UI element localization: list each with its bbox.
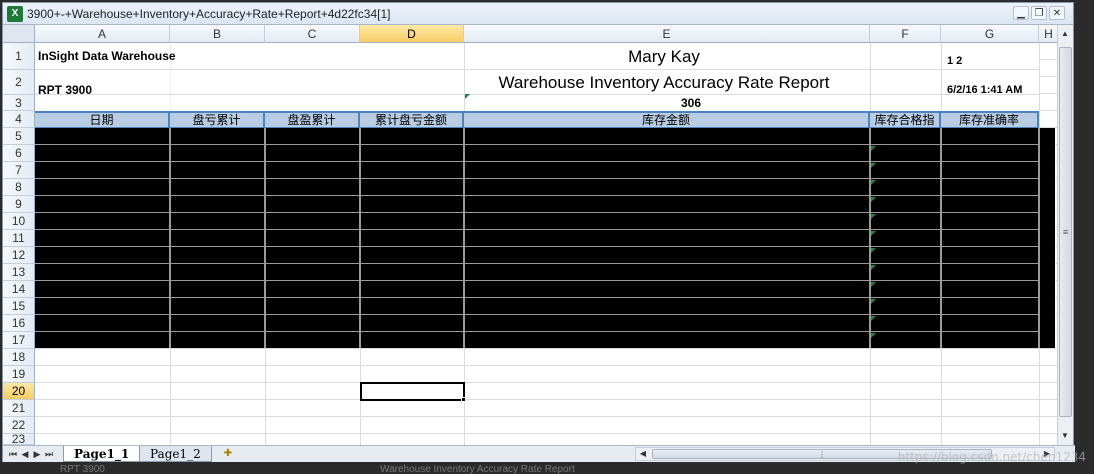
next-sheet-arrow-icon[interactable]: ▶ xyxy=(31,447,43,461)
column-header-e[interactable]: E xyxy=(464,25,870,43)
scroll-left-arrow-icon[interactable]: ◀ xyxy=(636,448,650,460)
row-header-21[interactable]: 21 xyxy=(3,400,35,417)
first-sheet-arrow-icon[interactable]: ⏮ xyxy=(7,447,19,461)
row-header-4[interactable]: 4 xyxy=(3,111,35,128)
selected-cell-d20[interactable] xyxy=(360,382,465,401)
excel-window: X 3900+-+Warehouse+Inventory+Accuracy+Ra… xyxy=(2,2,1075,462)
row-header-6[interactable]: 6 xyxy=(3,145,35,162)
excel-icon: X xyxy=(7,5,23,22)
title-bar[interactable]: X 3900+-+Warehouse+Inventory+Accuracy+Ra… xyxy=(3,3,1073,25)
row-header-19[interactable]: 19 xyxy=(3,366,35,383)
cells-area[interactable]: InSight Data Warehouse Mary Kay 1 2 RPT … xyxy=(35,43,1059,445)
last-sheet-arrow-icon[interactable]: ⏭ xyxy=(43,447,55,461)
minimize-button[interactable]: ▁ xyxy=(1013,6,1029,20)
vertical-scroll-thumb[interactable]: ≡ xyxy=(1059,47,1072,417)
report-code: RPT 3900 xyxy=(38,83,93,97)
brand-name: Mary Kay xyxy=(628,47,700,66)
tab-page1-2[interactable]: Page1_2 xyxy=(139,446,212,462)
row-header-18[interactable]: 18 xyxy=(3,349,35,366)
vertical-scrollbar[interactable]: ▲ ≡ ▼ xyxy=(1057,25,1073,445)
row-header-17[interactable]: 17 xyxy=(3,332,35,349)
row-header-3[interactable]: 3 xyxy=(3,95,35,111)
column-header-d[interactable]: D xyxy=(360,25,464,43)
header-gain-total[interactable]: 盘盈累计 xyxy=(265,113,360,128)
window-title: 3900+-+Warehouse+Inventory+Accuracy+Rate… xyxy=(27,6,391,21)
column-header-g[interactable]: G xyxy=(941,25,1039,43)
row-header-23[interactable]: 23 xyxy=(3,432,35,445)
background-window-text-left: RPT 3900 xyxy=(60,464,105,474)
scroll-down-arrow-icon[interactable]: ▼ xyxy=(1058,429,1072,443)
prev-sheet-arrow-icon[interactable]: ◀ xyxy=(19,447,31,461)
row-header-11[interactable]: 11 xyxy=(3,230,35,247)
column-header-b[interactable]: B xyxy=(170,25,265,43)
insert-sheet-icon[interactable]: ✚ xyxy=(219,447,237,461)
row-header-8[interactable]: 8 xyxy=(3,179,35,196)
row-header-5[interactable]: 5 xyxy=(3,128,35,145)
row-header-9[interactable]: 9 xyxy=(3,196,35,213)
column-header-a[interactable]: A xyxy=(35,25,170,43)
row-header-15[interactable]: 15 xyxy=(3,298,35,315)
header-date[interactable]: 日期 xyxy=(35,113,170,128)
error-indicator-icon xyxy=(465,94,470,99)
row-header-1[interactable]: 1 xyxy=(3,43,35,70)
row-header-13[interactable]: 13 xyxy=(3,264,35,281)
row-header-2[interactable]: 2 xyxy=(3,70,35,95)
row-header-16[interactable]: 16 xyxy=(3,315,35,332)
restore-button[interactable]: ❐ xyxy=(1031,6,1047,20)
watermark: https://blog.csdn.net/chen1234 xyxy=(897,450,1086,464)
column-header-f[interactable]: F xyxy=(870,25,941,43)
row-header-14[interactable]: 14 xyxy=(3,281,35,298)
background-window-text-center: Warehouse Inventory Accuracy Rate Report xyxy=(380,464,575,474)
report-timestamp: 6/2/16 1:41 AM xyxy=(947,84,1023,96)
row-header-12[interactable]: 12 xyxy=(3,247,35,264)
row-header-7[interactable]: 7 xyxy=(3,162,35,179)
table-header-row: 日期 盘亏累计 盘盈累计 累计盘亏金额 库存金额 库存合格指标 库存准确率 xyxy=(35,111,1039,128)
row-header-10[interactable]: 10 xyxy=(3,213,35,230)
close-button[interactable]: ✕ xyxy=(1049,6,1065,20)
spreadsheet-grid[interactable]: A B C D E F G H 1 2 3 4 5 6 7 8 9 10 11 … xyxy=(3,25,1059,445)
header-loss-total[interactable]: 盘亏累计 xyxy=(170,113,265,128)
company-name: InSight Data Warehouse xyxy=(38,49,176,63)
fill-handle[interactable] xyxy=(461,397,466,402)
column-header-c[interactable]: C xyxy=(265,25,360,43)
header-loss-amount[interactable]: 累计盘亏金额 xyxy=(360,113,464,128)
row-header-20[interactable]: 20 xyxy=(3,383,35,400)
header-inventory-target[interactable]: 库存合格指标 xyxy=(870,113,941,128)
header-inventory-amount[interactable]: 库存金额 xyxy=(464,113,870,128)
select-all-corner[interactable] xyxy=(3,25,35,43)
scroll-up-arrow-icon[interactable]: ▲ xyxy=(1058,27,1072,41)
report-number: 306 xyxy=(680,96,702,110)
header-accuracy-rate[interactable]: 库存准确率 xyxy=(941,113,1039,128)
tab-page1-1[interactable]: Page1_1 xyxy=(63,446,141,462)
report-title: Warehouse Inventory Accuracy Rate Report xyxy=(498,73,830,92)
page-numbers: 1 2 xyxy=(947,55,963,67)
column-header-h[interactable]: H xyxy=(1039,25,1059,43)
